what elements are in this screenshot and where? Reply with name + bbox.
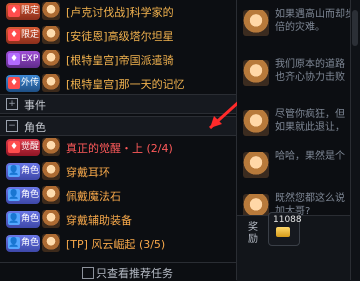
quest-title: 真正的觉醒・上 (2/4) — [66, 140, 173, 156]
quest-row[interactable]: ♦ 限定 [安徒恩]高级塔尔坦星 — [0, 24, 236, 48]
quest-title: 佩戴魔法石 — [66, 190, 121, 203]
quest-type-badge: ♦ 觉醒 — [6, 139, 40, 156]
quest-type-badge: 👤 角色 — [6, 163, 40, 180]
person-icon: 👤 — [8, 213, 20, 225]
quest-row[interactable]: ♦ EXP [根特皇宫]帝国派遣骑 — [0, 48, 236, 72]
portrait-icon — [42, 162, 60, 180]
badge-label: 角色 — [21, 166, 40, 176]
badge-label: EXP — [21, 54, 39, 64]
gold-coin-icon — [276, 227, 290, 237]
npc-avatar-icon — [243, 10, 269, 36]
badge-label: 觉醒 — [21, 142, 40, 152]
portrait-icon — [42, 234, 60, 252]
portrait-icon — [42, 50, 60, 68]
quest-row[interactable]: 👤 角色 穿戴辅助装备 — [0, 208, 236, 232]
badge-label: 限定 — [21, 30, 40, 40]
quest-row[interactable]: 👤 角色 [TP] 风云崛起 (3/5) — [0, 232, 236, 256]
quest-type-badge: 👤 角色 — [6, 187, 40, 204]
category-label: 事件 — [24, 99, 46, 112]
badge-label: 角色 — [21, 214, 40, 224]
quest-row[interactable]: 👤 角色 佩戴魔法石 — [0, 184, 236, 208]
chat-message: 如果遇高山而却步 倍的灾难。 — [237, 2, 360, 52]
diamond-icon: ♦ — [8, 141, 20, 153]
quest-title: [卢克讨伐战]科学家的 — [66, 6, 174, 19]
quest-title: [根特皇宫]那一天的记忆 — [66, 78, 185, 91]
quest-title-text: 真正的觉醒・上 — [66, 142, 143, 155]
chat-message: 我们原本的道路 也齐心协力击败 — [237, 52, 360, 102]
portrait-icon — [42, 138, 60, 156]
npc-avatar-icon — [243, 152, 269, 178]
person-icon: 👤 — [8, 189, 20, 201]
portrait-icon — [42, 210, 60, 228]
quest-row[interactable]: 👤 角色 穿戴耳环 — [0, 160, 236, 184]
chat-text: 如果遇高山而却步 倍的灾难。 — [275, 9, 355, 33]
quest-row[interactable]: ♦ 限定 [卢克讨伐战]科学家的 — [0, 0, 236, 24]
diamond-icon: ♦ — [8, 77, 20, 89]
person-icon: 👤 — [8, 237, 20, 249]
badge-label: 角色 — [21, 190, 40, 200]
quest-progress: (2/4) — [146, 142, 173, 155]
reward-count: 11088 — [273, 215, 302, 225]
quest-title: 穿戴耳环 — [66, 166, 110, 179]
reward-item[interactable]: 11088 — [268, 212, 302, 246]
expand-toggle[interactable]: + — [6, 98, 18, 110]
scrollbar-thumb[interactable] — [352, 10, 358, 46]
quest-row[interactable]: ♦ 觉醒 真正的觉醒・上 (2/4) — [0, 136, 236, 160]
quest-title: 穿戴辅助装备 — [66, 214, 132, 227]
chat-text: 我们原本的道路 也齐心协力击败 — [275, 59, 345, 83]
quest-title: [TP] 风云崛起 (3/5) — [66, 236, 165, 252]
badge-label: 限定 — [21, 6, 40, 16]
quest-type-badge: 👤 角色 — [6, 235, 40, 252]
quest-type-badge: 👤 角色 — [6, 211, 40, 228]
portrait-icon — [42, 74, 60, 92]
person-icon: 👤 — [8, 165, 20, 177]
quest-type-badge: ♦ EXP — [6, 51, 40, 68]
chat-text: 哈哈，果然是个 — [275, 151, 345, 162]
category-label: 角色 — [24, 121, 46, 134]
quest-title-text: [TP] 风云崛起 — [66, 238, 136, 251]
filter-bar: 只查看推荐任务 — [0, 262, 236, 281]
npc-avatar-icon — [243, 110, 269, 136]
quest-title: [根特皇宫]帝国派遣骑 — [66, 54, 174, 67]
collapse-toggle[interactable]: − — [6, 120, 18, 132]
portrait-icon — [42, 26, 60, 44]
chat-text: 尽管你疯狂，但 如果就此退让， — [275, 109, 345, 133]
reward-label: 奖励 — [248, 222, 258, 245]
diamond-icon: ♦ — [8, 5, 20, 17]
quest-type-badge: ♦ 外传 — [6, 75, 40, 92]
recommended-only-checkbox[interactable] — [82, 267, 94, 279]
quest-title: [安徒恩]高级塔尔坦星 — [66, 30, 174, 43]
diamond-icon: ♦ — [8, 53, 20, 65]
recommended-only-label: 只查看推荐任务 — [96, 267, 173, 280]
diamond-icon: ♦ — [8, 29, 20, 41]
badge-label: 外传 — [21, 78, 40, 88]
portrait-icon — [42, 186, 60, 204]
quest-progress: (3/5) — [138, 238, 166, 251]
npc-avatar-icon — [243, 60, 269, 86]
quest-type-badge: ♦ 限定 — [6, 27, 40, 44]
badge-label: 角色 — [21, 238, 40, 248]
quest-type-badge: ♦ 限定 — [6, 3, 40, 20]
quest-list-panel: ♦ 限定 [卢克讨伐战]科学家的 ♦ 限定 [安徒恩]高级塔尔坦星 ♦ EXP … — [0, 0, 254, 281]
portrait-icon — [42, 2, 60, 20]
